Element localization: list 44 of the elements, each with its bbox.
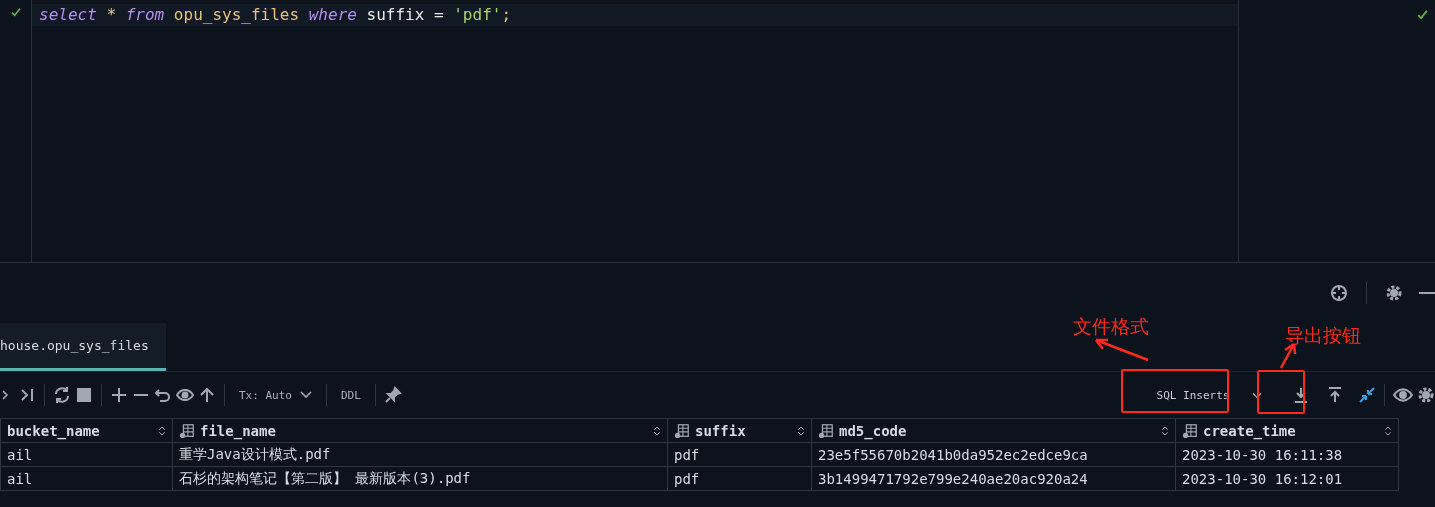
tx-mode-dropdown[interactable]: Tx: Auto (233, 380, 318, 410)
check-icon (1416, 8, 1429, 21)
last-icon[interactable] (18, 386, 36, 404)
highlight-box (1257, 370, 1305, 414)
ddl-button[interactable]: DDL (335, 380, 367, 410)
export-format-dropdown[interactable]: SQL Inserts (1140, 374, 1246, 416)
column-icon (818, 422, 834, 439)
column-icon (179, 422, 195, 439)
table-cell: 重学Java设计模式.pdf (172, 442, 668, 467)
annotation-label: 导出按钮 (1285, 323, 1361, 348)
plus-icon[interactable] (110, 386, 128, 404)
download-icon[interactable] (1292, 386, 1310, 404)
target-icon[interactable] (1330, 284, 1348, 302)
table-cell: ail (0, 466, 173, 491)
stop-icon[interactable] (75, 386, 93, 404)
column-icon (1182, 422, 1198, 439)
refresh-icon[interactable] (53, 386, 71, 404)
table-cell: 3b1499471792e799e240ae20ac920a24 (811, 466, 1176, 491)
sort-icon[interactable] (1382, 424, 1394, 437)
check-icon (9, 6, 22, 18)
table-cell: 2023-10-30 16:12:01 (1175, 466, 1399, 491)
result-tab[interactable]: house.opu_sys_files (0, 323, 166, 371)
settings-icon[interactable] (1385, 284, 1403, 302)
sort-icon[interactable] (651, 424, 663, 437)
table-cell: pdf (667, 442, 812, 467)
column-icon (674, 422, 690, 439)
table-cell: 石杉的架构笔记【第二版】 最新版本(3).pdf (172, 466, 668, 491)
settings-icon[interactable] (1417, 386, 1435, 404)
up-arrow-icon[interactable] (198, 386, 216, 404)
sort-icon[interactable] (795, 424, 807, 437)
pin-icon[interactable] (383, 386, 402, 404)
sort-icon[interactable] (156, 424, 168, 437)
table-cell: ail (0, 442, 173, 467)
eye-icon[interactable] (1393, 385, 1413, 405)
table-cell: 23e5f55670b2041b0da952ec2edce9ca (811, 442, 1176, 467)
upload-icon[interactable] (1326, 386, 1344, 404)
compare-arrows-icon[interactable] (1358, 386, 1376, 404)
undo-icon[interactable] (154, 386, 172, 404)
table-cell: 2023-10-30 16:11:38 (1175, 442, 1399, 467)
eye-icon[interactable] (176, 386, 194, 404)
chevron-down-icon (300, 391, 312, 399)
table-cell: pdf (667, 466, 812, 491)
sort-icon[interactable] (1159, 424, 1171, 437)
annotation-label: 文件格式 (1073, 314, 1149, 339)
